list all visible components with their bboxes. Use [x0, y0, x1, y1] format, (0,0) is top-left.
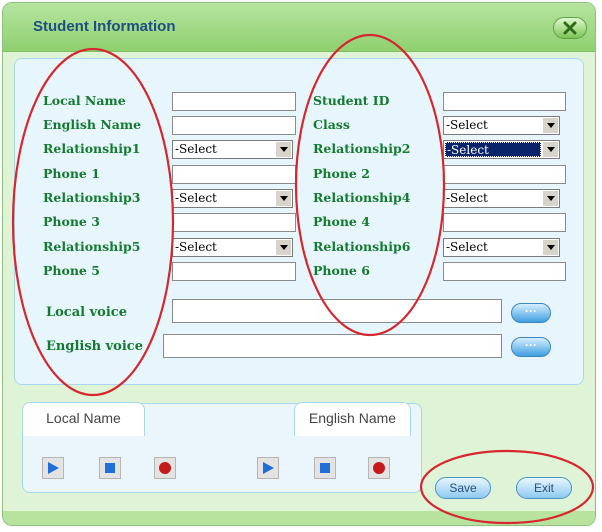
phone3-input[interactable]	[172, 213, 296, 232]
phone5-label: Phone 5	[43, 263, 100, 278]
phone3-label: Phone 3	[43, 214, 100, 229]
class-select[interactable]: -Select	[443, 116, 560, 135]
english-name-input[interactable]	[172, 116, 296, 135]
phone2-input[interactable]	[443, 165, 566, 184]
record-icon	[373, 462, 385, 474]
relationship6-value: -Select	[446, 240, 488, 254]
phone4-label: Phone 4	[313, 214, 370, 229]
english-name-label: English Name	[43, 117, 142, 132]
relationship4-value: -Select	[446, 191, 488, 205]
close-x-icon	[563, 21, 577, 35]
class-value: -Select	[446, 118, 488, 132]
record-icon	[159, 462, 171, 474]
chevron-down-icon[interactable]	[542, 191, 558, 206]
relationship4-label: Relationship4	[313, 190, 411, 205]
relationship3-label: Relationship3	[43, 190, 141, 205]
english-voice-input[interactable]	[163, 334, 502, 358]
phone6-input[interactable]	[443, 262, 566, 281]
chevron-down-icon[interactable]	[275, 191, 291, 206]
local-record-button[interactable]	[154, 457, 176, 479]
english-stop-button[interactable]	[314, 457, 336, 479]
student-information-window: Student Information Local Name English N…	[2, 2, 596, 526]
relationship2-label: Relationship2	[313, 141, 411, 156]
play-icon	[263, 462, 274, 474]
local-name-input[interactable]	[172, 92, 296, 111]
stop-icon	[320, 463, 330, 473]
phone6-label: Phone 6	[313, 263, 370, 278]
phone2-label: Phone 2	[313, 166, 370, 181]
relationship2-value: -Select	[445, 142, 541, 157]
english-play-button[interactable]	[257, 457, 279, 479]
stop-icon	[105, 463, 115, 473]
relationship1-label: Relationship1	[43, 141, 141, 156]
local-name-label: Local Name	[43, 93, 126, 108]
play-icon	[48, 462, 59, 474]
relationship6-select[interactable]: -Select	[443, 238, 560, 257]
exit-button[interactable]: Exit	[516, 477, 572, 499]
local-voice-label: Local voice	[46, 305, 127, 320]
relationship3-select[interactable]: -Select	[172, 189, 293, 208]
local-play-button[interactable]	[42, 457, 64, 479]
student-id-label: Student ID	[313, 93, 390, 108]
relationship1-select[interactable]: -Select	[172, 140, 293, 159]
chevron-down-icon[interactable]	[542, 118, 558, 133]
local-stop-button[interactable]	[99, 457, 121, 479]
relationship2-select[interactable]: -Select	[443, 140, 560, 159]
phone1-input[interactable]	[172, 165, 296, 184]
chevron-down-icon[interactable]	[275, 240, 291, 255]
title-bar: Student Information	[3, 3, 595, 52]
phone5-input[interactable]	[172, 262, 296, 281]
save-button[interactable]: Save	[435, 477, 491, 499]
relationship5-value: -Select	[175, 240, 217, 254]
relationship5-select[interactable]: -Select	[172, 238, 293, 257]
phone4-input[interactable]	[443, 213, 566, 232]
english-voice-label: English voice	[46, 339, 143, 354]
phone1-label: Phone 1	[43, 166, 100, 181]
chevron-down-icon[interactable]	[542, 240, 558, 255]
chevron-down-icon[interactable]	[542, 142, 558, 157]
close-button[interactable]	[553, 17, 587, 39]
relationship4-select[interactable]: -Select	[443, 189, 560, 208]
chevron-down-icon[interactable]	[275, 142, 291, 157]
window-title: Student Information	[33, 18, 176, 35]
tab-local-name[interactable]: Local Name	[22, 402, 145, 436]
window-footer	[3, 511, 595, 525]
local-voice-browse-button[interactable]: ···	[511, 303, 551, 323]
relationship3-value: -Select	[175, 191, 217, 205]
relationship5-label: Relationship5	[43, 239, 141, 254]
relationship6-label: Relationship6	[313, 239, 411, 254]
english-record-button[interactable]	[368, 457, 390, 479]
local-voice-input[interactable]	[172, 299, 502, 323]
student-id-input[interactable]	[443, 92, 566, 111]
relationship1-value: -Select	[175, 142, 217, 156]
english-voice-browse-button[interactable]: ···	[511, 337, 551, 357]
tab-english-name[interactable]: English Name	[294, 402, 411, 436]
class-label: Class	[313, 117, 350, 132]
